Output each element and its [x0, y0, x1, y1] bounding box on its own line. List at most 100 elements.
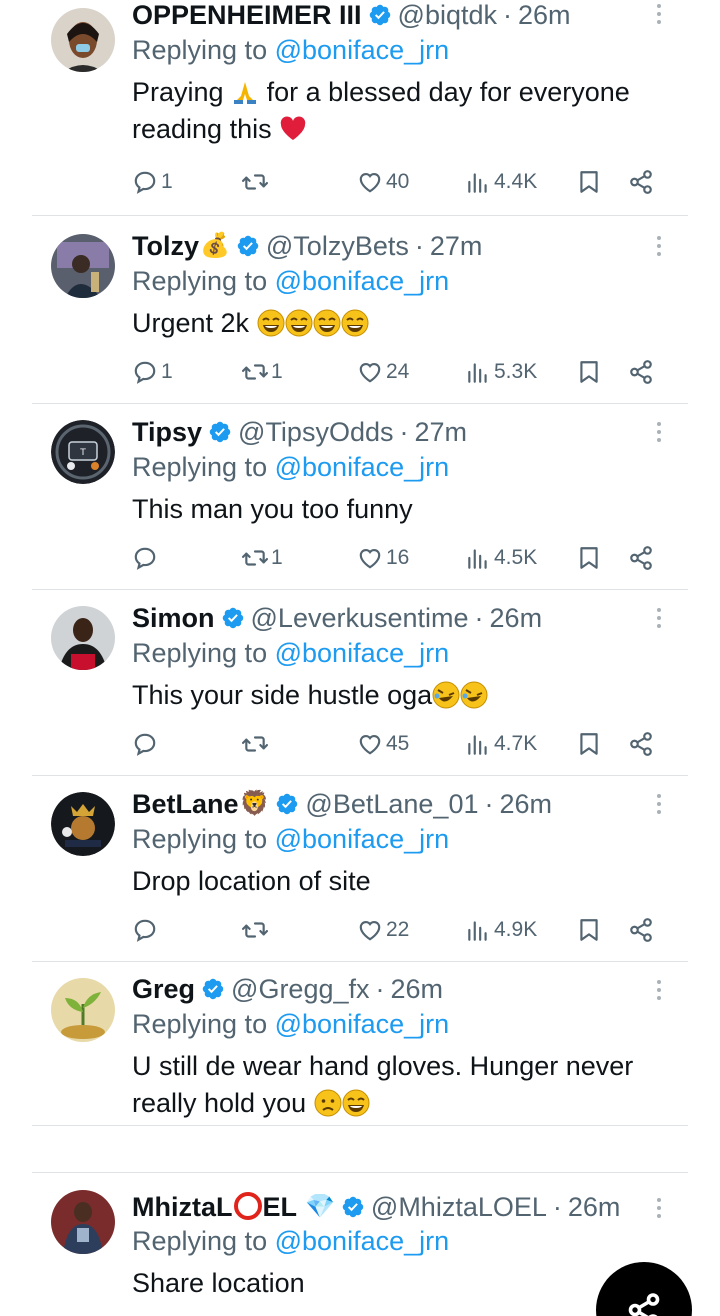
bookmark-button[interactable] [576, 357, 602, 387]
display-name[interactable]: Greg [132, 974, 195, 1005]
timestamp[interactable]: 26m [391, 974, 444, 1005]
bookmark-button[interactable] [576, 915, 602, 945]
display-name[interactable]: Tipsy [132, 417, 202, 448]
views-button[interactable]: 4.9K [465, 915, 537, 945]
display-name[interactable]: Simon [132, 603, 215, 634]
svg-text:T: T [79, 448, 86, 458]
mention-link[interactable]: @boniface_jrn [275, 1009, 450, 1039]
like-button[interactable]: 24 [357, 357, 409, 387]
tweet-item[interactable]: T Tipsy @TipsyOdds · 27m Replying to @bo… [32, 404, 688, 590]
verified-icon [275, 792, 299, 816]
avatar[interactable]: T [51, 420, 115, 484]
share-button[interactable] [628, 729, 654, 759]
separator-dot: · [503, 0, 513, 30]
retweet-button[interactable] [242, 915, 271, 945]
tweet-item[interactable]: MhiztaL EL 💎 @MhiztaLOEL · 26m Replying to… [32, 1174, 688, 1316]
tweet-item[interactable]: OPPENHEIMER III @biqtdk · 26m Replying t… [32, 0, 688, 216]
retweet-icon [242, 731, 268, 757]
display-name[interactable]: Tolzy [132, 231, 199, 262]
mention-link[interactable]: @boniface_jrn [275, 1226, 450, 1256]
views-button[interactable]: 4.7K [465, 729, 537, 759]
timestamp[interactable]: 27m [414, 417, 467, 448]
avatar[interactable] [51, 8, 115, 72]
reply-button[interactable]: 1 [132, 357, 173, 387]
display-name[interactable]: OPPENHEIMER III [132, 0, 362, 31]
like-button[interactable]: 16 [357, 543, 409, 573]
view-count: 5.3K [494, 360, 538, 383]
handle[interactable]: @biqtdk [398, 0, 497, 31]
share-button[interactable] [628, 915, 654, 945]
mention-link[interactable]: @boniface_jrn [275, 452, 450, 482]
view-count: 4.7K [494, 732, 538, 755]
timestamp[interactable]: 26m [568, 1192, 621, 1223]
avatar[interactable] [51, 606, 115, 670]
reply-icon [132, 169, 158, 195]
retweet-count: 1 [271, 546, 283, 569]
more-icon[interactable] [656, 794, 662, 816]
timestamp[interactable]: 26m [499, 789, 552, 820]
display-name[interactable]: MhiztaL EL [132, 1191, 297, 1223]
retweet-icon [242, 169, 268, 195]
separator-dot: · [399, 416, 409, 447]
share-button[interactable] [628, 167, 654, 197]
avatar[interactable] [51, 978, 115, 1042]
avatar[interactable] [51, 792, 115, 856]
timestamp[interactable]: 26m [518, 0, 571, 31]
rofl-emoji [460, 681, 488, 709]
bookmark-button[interactable] [576, 729, 602, 759]
display-name[interactable]: BetLane [132, 789, 239, 820]
handle[interactable]: @Gregg_fx [231, 974, 369, 1005]
mention-link[interactable]: @boniface_jrn [275, 824, 450, 854]
tweet-item[interactable]: BetLane 🦁 @BetLane_01 · 26m Replying to @… [32, 776, 688, 962]
retweet-button[interactable]: 1 [242, 543, 283, 573]
retweet-button[interactable] [242, 167, 271, 197]
bookmark-button[interactable] [576, 543, 602, 573]
tweet-text: U still de wear hand gloves. Hunger neve… [132, 1051, 634, 1118]
more-icon[interactable] [656, 4, 662, 26]
reply-button[interactable] [132, 915, 161, 945]
views-button[interactable]: 5.3K [465, 357, 537, 387]
avatar[interactable] [51, 1190, 115, 1254]
reply-button[interactable] [132, 543, 161, 573]
more-icon[interactable] [656, 980, 662, 1002]
handle[interactable]: @MhiztaLOEL [371, 1192, 547, 1223]
retweet-count: 1 [271, 360, 283, 383]
retweet-button[interactable] [242, 729, 271, 759]
mention-link[interactable]: @boniface_jrn [275, 266, 450, 296]
retweet-button[interactable]: 1 [242, 357, 283, 387]
joy-emoji [257, 309, 285, 337]
action-bar: 22 4.9K [132, 915, 672, 945]
view-count: 4.9K [494, 918, 538, 941]
reply-icon [132, 545, 158, 571]
views-button[interactable]: 4.5K [465, 543, 537, 573]
tweet-item[interactable]: Simon @Leverkusentime · 26m Replying to … [32, 590, 688, 776]
timestamp[interactable]: 27m [430, 231, 483, 262]
share-button[interactable] [628, 543, 654, 573]
more-icon[interactable] [656, 608, 662, 630]
more-icon[interactable] [656, 1198, 662, 1220]
more-icon[interactable] [656, 422, 662, 444]
views-button[interactable]: 4.4K [465, 167, 537, 197]
share-button[interactable] [628, 357, 654, 387]
reply-button[interactable]: 1 [132, 167, 173, 197]
handle[interactable]: @Leverkusentime [251, 603, 469, 634]
handle[interactable]: @TipsyOdds [238, 417, 393, 448]
like-button[interactable]: 40 [357, 167, 409, 197]
mention-link[interactable]: @boniface_jrn [275, 638, 450, 668]
mention-link[interactable]: @boniface_jrn [275, 35, 450, 65]
handle[interactable]: @BetLane_01 [305, 789, 478, 820]
reply-button[interactable] [132, 729, 161, 759]
like-button[interactable]: 22 [357, 915, 409, 945]
joy-emoji [285, 309, 313, 337]
tweet-item[interactable]: Greg @Gregg_fx · 26m Replying to @bonifa… [32, 962, 688, 1126]
handle[interactable]: @TolzyBets [266, 231, 409, 262]
views-icon [465, 359, 491, 385]
separator-dot: · [484, 788, 494, 819]
more-icon[interactable] [656, 236, 662, 258]
timestamp[interactable]: 26m [490, 603, 543, 634]
like-button[interactable]: 45 [357, 729, 409, 759]
name-emoji: 💰 [200, 232, 230, 259]
avatar[interactable] [51, 234, 115, 298]
bookmark-button[interactable] [576, 167, 602, 197]
tweet-item[interactable]: Tolzy 💰 @TolzyBets · 27m Replying to @bon… [32, 216, 688, 404]
